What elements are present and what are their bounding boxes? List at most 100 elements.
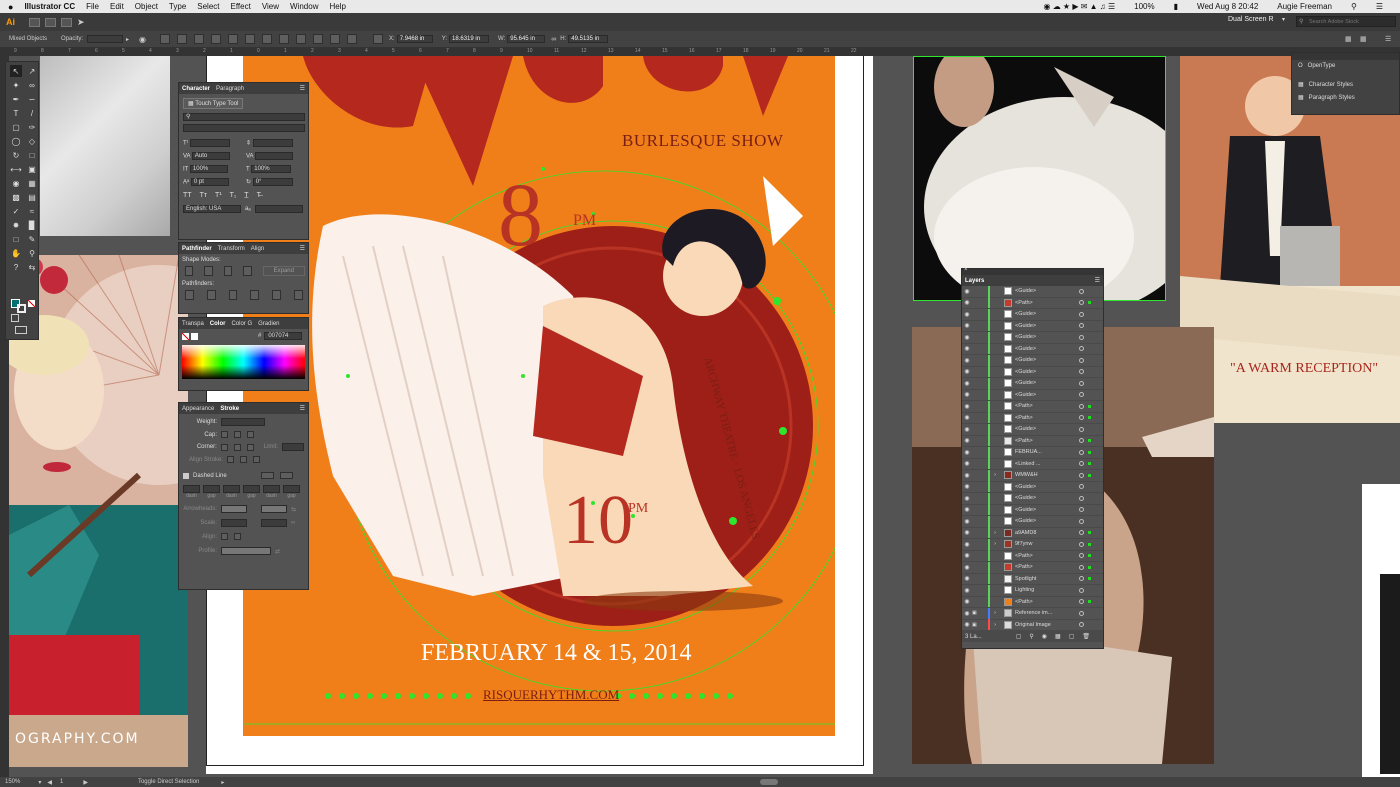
chevron-right-icon[interactable]: ▸ bbox=[221, 779, 224, 786]
target-icon[interactable] bbox=[1079, 380, 1084, 386]
layer-name[interactable]: <Guide> bbox=[1015, 323, 1036, 329]
selection-indicator[interactable] bbox=[1088, 531, 1091, 535]
arrow-extend-icon[interactable] bbox=[221, 533, 228, 540]
vertical-scale-field[interactable]: 100% bbox=[189, 165, 228, 173]
lock-icon[interactable]: ▣ bbox=[972, 622, 980, 628]
layer-row[interactable]: ◉ <Path> bbox=[962, 412, 1103, 424]
workspace-switcher[interactable]: Dual Screen R bbox=[1228, 16, 1274, 23]
layer-name[interactable]: <Path> bbox=[1015, 553, 1033, 559]
eye-icon[interactable]: ◉ bbox=[962, 610, 972, 617]
panel-menu-icon[interactable]: ☰ bbox=[300, 245, 305, 252]
minus-front-icon[interactable] bbox=[204, 266, 213, 276]
eye-icon[interactable]: ◉ bbox=[962, 506, 972, 513]
layer-row[interactable]: ◉ <Path> bbox=[962, 400, 1103, 413]
menu-file[interactable]: File bbox=[86, 2, 99, 11]
swap-arrows-icon[interactable]: ⇆ bbox=[291, 506, 296, 513]
eye-icon[interactable]: ◉ bbox=[962, 472, 972, 479]
menubar-datetime[interactable]: Wed Aug 8 20:42 bbox=[1197, 2, 1258, 11]
flip-profile-icon[interactable]: ⇄ bbox=[275, 548, 280, 555]
eye-icon[interactable]: ◉ bbox=[962, 495, 972, 502]
layer-row[interactable]: ◉ <Path> bbox=[962, 561, 1103, 574]
battery-icon[interactable]: ▮ bbox=[1174, 2, 1178, 11]
kerning-field[interactable]: Auto bbox=[191, 152, 230, 160]
eye-icon[interactable]: ◉ bbox=[962, 414, 972, 421]
hand-tool-icon[interactable]: ✋ bbox=[10, 247, 22, 259]
target-icon[interactable] bbox=[1079, 518, 1084, 524]
make-clipping-mask-icon[interactable]: ◉ bbox=[1042, 633, 1047, 640]
eye-icon[interactable]: ◉ bbox=[962, 575, 972, 582]
unite-icon[interactable] bbox=[185, 266, 194, 276]
target-icon[interactable] bbox=[1079, 541, 1084, 547]
swap-colors-icon[interactable]: ⇆ bbox=[26, 261, 38, 273]
tab-gradient[interactable]: Gradien bbox=[258, 321, 279, 327]
selection-indicator[interactable] bbox=[1088, 542, 1091, 546]
tab-transparency[interactable]: Transpa bbox=[182, 321, 204, 327]
menu-type[interactable]: Type bbox=[169, 2, 186, 11]
dash-field-3[interactable] bbox=[263, 485, 280, 493]
delete-layer-icon[interactable]: 🗑 bbox=[1082, 633, 1090, 640]
curvature-tool-icon[interactable]: ∽ bbox=[26, 93, 38, 105]
layer-name[interactable]: 9f7ynw bbox=[1015, 541, 1032, 547]
symbol-sprayer-icon[interactable]: ✸ bbox=[10, 219, 22, 231]
layer-row[interactable]: ◉ <Guide> bbox=[962, 423, 1103, 436]
chevron-right-icon[interactable]: ▸ bbox=[126, 36, 129, 43]
merge-icon[interactable] bbox=[228, 290, 238, 300]
subscript-button[interactable]: T₁ bbox=[230, 192, 237, 199]
dashed-line-checkbox[interactable] bbox=[183, 472, 189, 479]
font-family-field[interactable]: ⚲ bbox=[183, 113, 305, 121]
layer-name[interactable]: WMW&H bbox=[1015, 472, 1038, 478]
tracking-field[interactable] bbox=[254, 152, 293, 160]
target-icon[interactable] bbox=[1079, 461, 1084, 467]
target-icon[interactable] bbox=[1079, 300, 1084, 306]
layer-name[interactable]: <Guide> bbox=[1015, 334, 1036, 340]
layer-row[interactable]: ◉ <Guide> bbox=[962, 343, 1103, 355]
eye-icon[interactable]: ◉ bbox=[962, 288, 972, 295]
align-center-icon[interactable] bbox=[177, 34, 188, 44]
chevron-down-icon[interactable]: ▾ bbox=[38, 779, 41, 786]
tab-stroke[interactable]: Stroke bbox=[220, 406, 239, 412]
eye-icon[interactable]: ◉ bbox=[962, 621, 972, 628]
layer-row[interactable]: ◉ › 9f7ynw bbox=[962, 538, 1103, 551]
stroke-weight-field[interactable] bbox=[221, 418, 265, 426]
layer-row[interactable]: ◉ <Guide> bbox=[962, 331, 1103, 344]
align-dash-icon[interactable] bbox=[279, 472, 293, 479]
layer-name[interactable]: <Guide> bbox=[1015, 392, 1036, 398]
mesh-tool-icon[interactable]: ▩ bbox=[10, 191, 22, 203]
tab-appearance[interactable]: Appearance bbox=[182, 406, 214, 412]
eye-icon[interactable]: ◉ bbox=[962, 598, 972, 605]
char-rotation-field[interactable]: 0° bbox=[252, 178, 293, 186]
distribute-middle-icon[interactable] bbox=[279, 34, 290, 44]
layer-name[interactable]: <Path> bbox=[1015, 403, 1033, 409]
link-icon[interactable]: ∞ bbox=[291, 520, 295, 526]
selection-indicator[interactable] bbox=[1088, 404, 1091, 408]
layer-row[interactable]: ◉ <Path> bbox=[962, 596, 1103, 608]
selection-indicator[interactable] bbox=[1088, 301, 1091, 305]
arrange-icon[interactable]: ▦ bbox=[1360, 35, 1367, 43]
trim-icon[interactable] bbox=[206, 290, 216, 300]
h-field[interactable]: 49.5135 in bbox=[568, 35, 609, 43]
preserve-dash-icon[interactable] bbox=[260, 472, 274, 479]
layer-row[interactable]: ◉ <Guide> bbox=[962, 515, 1103, 528]
arrow-start-select[interactable] bbox=[221, 505, 247, 513]
intersect-icon[interactable] bbox=[223, 266, 233, 276]
shape-builder-icon[interactable]: ◉ bbox=[10, 177, 22, 189]
stock-button[interactable] bbox=[45, 17, 56, 27]
gap-field-1[interactable] bbox=[203, 485, 220, 493]
opentype-item[interactable]: OpenType bbox=[1308, 63, 1336, 69]
horizontal-ruler[interactable]: 9 8 7 6 5 4 3 2 1 0 1 2 3 4 5 6 7 8 9 10… bbox=[0, 47, 1400, 56]
target-icon[interactable] bbox=[1079, 403, 1084, 409]
menu-help[interactable]: Help bbox=[329, 2, 345, 11]
type-tool-icon[interactable]: T bbox=[10, 107, 22, 119]
zoom-level[interactable]: 150% bbox=[5, 779, 20, 785]
underline-button[interactable]: T̲ bbox=[244, 192, 248, 199]
layer-name[interactable]: <Guide> bbox=[1015, 357, 1036, 363]
layer-list[interactable]: ◉ <Guide> ◉ <Path> ◉ <Guide> ◉ <Guide> ◉ <Guide> ◉… bbox=[962, 286, 1103, 631]
layer-name[interactable]: Original Image bbox=[1015, 622, 1051, 628]
artboard-number[interactable]: 1 bbox=[60, 779, 63, 785]
search-icon[interactable]: ⚲ bbox=[1351, 2, 1357, 11]
shaper-tool-icon[interactable]: ◯ bbox=[10, 135, 22, 147]
layer-row[interactable]: ◉ <Guide> bbox=[962, 320, 1103, 332]
help-icon[interactable]: ? bbox=[10, 261, 22, 273]
layer-row[interactable]: ◉ <Guide> bbox=[962, 308, 1103, 321]
eye-icon[interactable]: ◉ bbox=[962, 334, 972, 341]
